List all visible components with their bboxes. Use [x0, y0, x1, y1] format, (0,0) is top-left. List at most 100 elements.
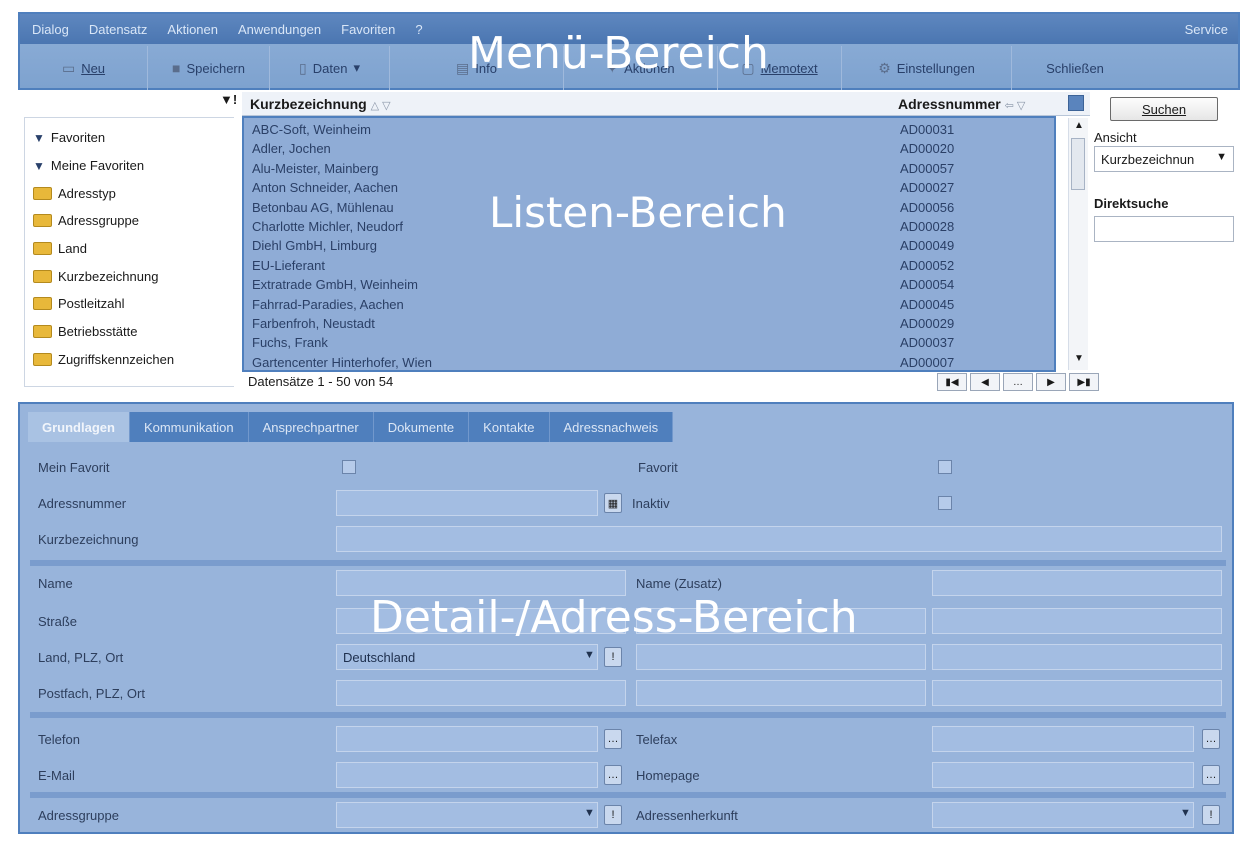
tree-item-meine-favoriten[interactable]: ▼ Meine Favoriten: [33, 152, 226, 180]
menu-favoriten[interactable]: Favoriten: [341, 22, 395, 37]
menu-aktionen[interactable]: Aktionen: [167, 22, 218, 37]
postfach-field[interactable]: [336, 680, 626, 706]
kurzbezeichnung-label: Kurzbezeichnung: [38, 532, 139, 547]
adressgruppe-select[interactable]: [336, 802, 598, 828]
tree-item-kurzbezeichnung[interactable]: Kurzbezeichnung: [33, 262, 226, 290]
menu-anwendungen[interactable]: Anwendungen: [238, 22, 321, 37]
list-row[interactable]: Adler, Jochen AD00020: [252, 141, 954, 160]
chevron-down-icon[interactable]: ▼: [584, 807, 595, 819]
list-row[interactable]: Fuchs, Frank AD00037: [252, 335, 954, 354]
list-row[interactable]: Alu-Meister, Mainberg AD00057: [252, 161, 954, 180]
sort-filter-icon[interactable]: ⇦ ▽: [1005, 100, 1026, 112]
list-row[interactable]: ABC-Soft, Weinheim AD00031: [252, 122, 954, 141]
list-row[interactable]: Farbenfroh, Neustadt AD00029: [252, 316, 954, 335]
tab-kommunikation[interactable]: Kommunikation: [129, 412, 249, 442]
more-icon[interactable]: …: [604, 765, 622, 785]
favorit-checkbox[interactable]: [938, 460, 952, 474]
strasse-field[interactable]: [336, 608, 626, 634]
search-button[interactable]: Suchen: [1110, 97, 1218, 121]
first-page-icon[interactable]: ▮◀: [937, 373, 967, 391]
tree-item-zugriffskennzeichen[interactable]: Zugriffskennzeichen: [33, 346, 226, 374]
list-row[interactable]: Betonbau AG, Mühlenau AD00056: [252, 200, 954, 219]
adressenherkunft-select[interactable]: [932, 802, 1194, 828]
column-header-adressnummer[interactable]: Adressnummer ⇦ ▽: [898, 96, 1025, 112]
scroll-down-icon[interactable]: ▼: [1074, 353, 1084, 364]
more-pages-icon[interactable]: …: [1003, 373, 1033, 391]
list-row[interactable]: Extratrade GmbH, Weinheim AD00054: [252, 277, 954, 296]
menu-help[interactable]: ?: [415, 22, 422, 37]
strasse-extra-field[interactable]: [932, 608, 1222, 634]
chevron-down-icon[interactable]: ▼: [584, 649, 595, 661]
memotext-button[interactable]: ▢ Memotext: [718, 46, 842, 90]
warning-icon[interactable]: !: [1202, 805, 1220, 825]
info-button[interactable]: ▤ Info: [390, 46, 564, 90]
sort-filter-icon[interactable]: △ ▽: [371, 100, 391, 112]
scroll-thumb[interactable]: [1071, 138, 1085, 190]
speichern-button[interactable]: ■ Speichern: [148, 46, 270, 90]
telefax-field[interactable]: [932, 726, 1194, 752]
tree-item-betriebsstaette[interactable]: Betriebsstätte: [33, 318, 226, 346]
adressnummer-label: Adressnummer: [38, 496, 127, 511]
postfach-plz-field[interactable]: [636, 680, 926, 706]
neu-button[interactable]: ▭ Neu: [20, 46, 148, 90]
list-row[interactable]: Fahrrad-Paradies, Aachen AD00045: [252, 297, 954, 316]
email-field[interactable]: [336, 762, 598, 788]
prev-page-icon[interactable]: ◀: [970, 373, 1000, 391]
direktsuche-input[interactable]: [1094, 216, 1234, 242]
plz-field[interactable]: [636, 644, 926, 670]
tab-dokumente[interactable]: Dokumente: [373, 412, 470, 442]
tab-grundlagen[interactable]: Grundlagen: [28, 412, 130, 442]
tree-item-adresstyp[interactable]: Adresstyp: [33, 179, 226, 207]
tree-item-postleitzahl[interactable]: Postleitzahl: [33, 290, 226, 318]
list-row[interactable]: Gartencenter Hinterhofer, Wien AD00007: [252, 355, 954, 370]
homepage-field[interactable]: [932, 762, 1194, 788]
inaktiv-checkbox[interactable]: [938, 496, 952, 510]
aktionen-button[interactable]: ✦ Aktionen: [564, 46, 718, 90]
more-icon[interactable]: …: [1202, 765, 1220, 785]
ort-field[interactable]: [932, 644, 1222, 670]
menu-dialog[interactable]: Dialog: [32, 22, 69, 37]
scroll-up-icon[interactable]: ▲: [1074, 120, 1084, 131]
tree-item-label: Adressgruppe: [58, 213, 139, 229]
name-zusatz-field[interactable]: [932, 570, 1222, 596]
tree-filter-icon[interactable]: ▼!: [220, 92, 237, 107]
tab-ansprechpartner[interactable]: Ansprechpartner: [248, 412, 374, 442]
chevron-down-icon[interactable]: ▼: [1180, 807, 1191, 819]
next-page-icon[interactable]: ▶: [1036, 373, 1066, 391]
section-divider: [30, 712, 1226, 718]
cell-kurzbezeichnung: Diehl GmbH, Limburg: [252, 238, 377, 254]
more-icon[interactable]: …: [1202, 729, 1220, 749]
tab-adressnachweis[interactable]: Adressnachweis: [549, 412, 674, 442]
daten-button[interactable]: ▯ Daten ▾: [270, 46, 390, 90]
warning-icon[interactable]: !: [604, 647, 622, 667]
tree-item-land[interactable]: Land: [33, 235, 226, 263]
column-header-kurzbezeichnung[interactable]: Kurzbezeichnung △ ▽: [250, 96, 391, 112]
tab-kontakte[interactable]: Kontakte: [469, 412, 550, 442]
list-row[interactable]: EU-Lieferant AD00052: [252, 258, 954, 277]
mein-favorit-label: Mein Favorit: [38, 460, 110, 475]
mein-favorit-checkbox[interactable]: [342, 460, 356, 474]
list-scrollbar[interactable]: ▲ ▼: [1068, 118, 1088, 370]
menu-datensatz[interactable]: Datensatz: [89, 22, 148, 37]
warning-icon[interactable]: !: [604, 805, 622, 825]
strasse-zusatz-field[interactable]: [636, 608, 926, 634]
schliessen-button[interactable]: Schließen: [1012, 46, 1138, 90]
more-icon[interactable]: …: [604, 729, 622, 749]
list-row[interactable]: Anton Schneider, Aachen AD00027: [252, 180, 954, 199]
telefon-field[interactable]: [336, 726, 598, 752]
list-row[interactable]: Charlotte Michler, Neudorf AD00028: [252, 219, 954, 238]
einstellungen-button[interactable]: ⚙ Einstellungen: [842, 46, 1012, 90]
tree-item-favoriten[interactable]: ▼ Favoriten: [33, 124, 226, 152]
name-field[interactable]: [336, 570, 626, 596]
column-chooser-icon[interactable]: [1068, 95, 1084, 111]
number-picker-icon[interactable]: ▦: [604, 493, 622, 513]
postfach-ort-field[interactable]: [932, 680, 1222, 706]
menu-service[interactable]: Service: [1185, 22, 1228, 37]
ansicht-select[interactable]: Kurzbezeichnun ▼: [1094, 146, 1234, 172]
adressnummer-field[interactable]: [336, 490, 598, 516]
land-select[interactable]: Deutschland: [336, 644, 598, 670]
tree-item-adressgruppe[interactable]: Adressgruppe: [33, 207, 226, 235]
kurzbezeichnung-field[interactable]: [336, 526, 1222, 552]
last-page-icon[interactable]: ▶▮: [1069, 373, 1099, 391]
list-row[interactable]: Diehl GmbH, Limburg AD00049: [252, 238, 954, 257]
